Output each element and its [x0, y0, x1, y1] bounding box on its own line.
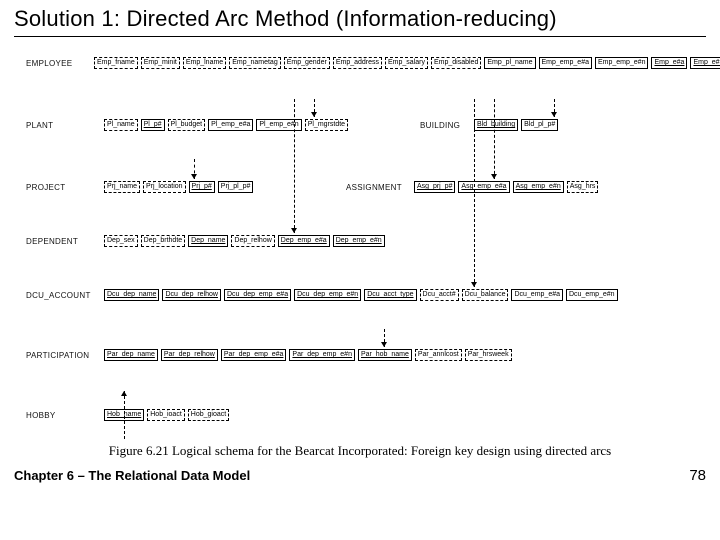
entity-label: HOBBY	[26, 411, 56, 420]
entity-label: PLANT	[26, 121, 53, 130]
attribute-cell: Prj_location	[143, 181, 186, 193]
attribute-cell: Prj_name	[104, 181, 140, 193]
attribute-cell: Emp_emp_e#a	[539, 57, 592, 69]
arrowhead-icon	[121, 391, 127, 396]
attribute-cell: Emp_address	[333, 57, 382, 69]
entity-row: Pl_namePl_p#Pl_budgetPl_emp_e#aPl_emp_e#…	[104, 119, 348, 131]
attribute-cell: Emp_gender	[284, 57, 330, 69]
entity-label: PROJECT	[26, 183, 65, 192]
attribute-cell: Dcu_emp_e#n	[566, 289, 618, 301]
attribute-cell: Emp_e#a	[651, 57, 687, 69]
arrowhead-icon	[191, 174, 197, 179]
attribute-cell: Pl_mgrstdte	[305, 119, 348, 131]
attribute-cell: Dep_sex	[104, 235, 138, 247]
attribute-cell: Dcu_acct#	[420, 289, 459, 301]
attribute-cell: Emp_e#n	[690, 57, 720, 69]
attribute-cell: Dep_emp_e#n	[333, 235, 385, 247]
attribute-cell: Emp_emp_e#n	[595, 57, 648, 69]
fk-arc	[494, 99, 495, 179]
entity-label: DEPENDENT	[26, 237, 78, 246]
attribute-cell: Asg_emp_e#a	[458, 181, 509, 193]
attribute-cell: Par_dep_emp_e#a	[221, 349, 287, 361]
attribute-cell: Emp_fname	[94, 57, 138, 69]
arrowhead-icon	[551, 112, 557, 117]
fk-arc	[124, 391, 125, 439]
attribute-cell: Par_dep_emp_e#n	[289, 349, 355, 361]
entity-row: Dcu_dep_nameDcu_dep_relhowDcu_dep_emp_e#…	[104, 289, 618, 301]
entity-row: Asg_prj_p#Asg_emp_e#a Asg_emp_e#nAsg_hrs	[414, 181, 598, 193]
attribute-cell: Dcu_dep_relhow	[162, 289, 221, 301]
attribute-cell: Par_hob_name	[358, 349, 412, 361]
attribute-cell: Pl_name	[104, 119, 138, 131]
attribute-cell: Dcu_dep_emp_e#n	[294, 289, 361, 301]
entity-row: Prj_namePrj_locationPrj_p#Prj_pl_p#	[104, 181, 253, 193]
attribute-cell: Dep_relhow	[231, 235, 274, 247]
arrowhead-icon	[491, 174, 497, 179]
attribute-cell: Pl_emp_e#a	[208, 119, 253, 131]
fk-arc	[294, 99, 295, 233]
attribute-cell: Par_hrsweek	[465, 349, 512, 361]
attribute-cell: Par_dep_name	[104, 349, 158, 361]
entity-label: PARTICIPATION	[26, 351, 89, 360]
attribute-cell: Hob_gioact	[188, 409, 229, 421]
arrowhead-icon	[311, 112, 317, 117]
attribute-cell: Bld_pl_p#	[521, 119, 558, 131]
attribute-cell: Emp_nametag	[229, 57, 281, 69]
attribute-cell: Par_annlcost	[415, 349, 462, 361]
entity-label: EMPLOYEE	[26, 59, 72, 68]
attribute-cell: Par_dep_relhow	[161, 349, 218, 361]
attribute-cell: Emp_minit	[141, 57, 180, 69]
attribute-cell: Emp_pl_name	[484, 57, 535, 69]
attribute-cell: Dcu_dep_emp_e#a	[224, 289, 291, 301]
attribute-cell: Dep_brthdte	[141, 235, 186, 247]
attribute-cell: Dcu_dep_name	[104, 289, 159, 301]
attribute-cell: Dep_name	[188, 235, 228, 247]
attribute-cell: Prj_pl_p#	[218, 181, 254, 193]
entity-row: Emp_fnameEmp_minitEmp_lnameEmp_nametagEm…	[94, 57, 720, 69]
attribute-cell: Prj_p#	[189, 181, 215, 193]
attribute-cell: Dcu_balance	[462, 289, 509, 301]
figure-caption: Figure 6.21 Logical schema for the Bearc…	[14, 443, 706, 459]
slide-title: Solution 1: Directed Arc Method (Informa…	[14, 6, 706, 37]
attribute-cell: Hob_ioact	[147, 409, 185, 421]
entity-label: DCU_ACCOUNT	[26, 291, 91, 300]
arrowhead-icon	[291, 228, 297, 233]
attribute-cell: Asg_emp_e#n	[513, 181, 564, 193]
attribute-cell: Dep_emp_e#a	[278, 235, 330, 247]
attribute-cell: Asg_prj_p#	[414, 181, 455, 193]
fk-arc	[474, 99, 475, 287]
page-number: 78	[689, 467, 706, 484]
arrowhead-icon	[471, 282, 477, 287]
attribute-cell: Asg_hrs	[567, 181, 599, 193]
entity-row: Hob_nameHob_ioactHob_gioact	[104, 409, 229, 421]
entity-row: Dep_sexDep_brthdteDep_nameDep_relhow Dep_…	[104, 235, 385, 247]
attribute-cell: Pl_p#	[141, 119, 165, 131]
attribute-cell: Dcu_acct_type	[364, 289, 416, 301]
entity-label: ASSIGNMENT	[346, 183, 402, 192]
attribute-cell: Emp_lname	[183, 57, 226, 69]
chapter-label: Chapter 6 – The Relational Data Model	[14, 468, 250, 483]
attribute-cell: Pl_budget	[168, 119, 206, 131]
entity-row: Bld_buildingBld_pl_p#	[474, 119, 558, 131]
entity-label: BUILDING	[420, 121, 460, 130]
entity-row: Par_dep_namePar_dep_relhowPar_dep_emp_e#…	[104, 349, 512, 361]
attribute-cell: Dcu_emp_e#a	[511, 289, 563, 301]
attribute-cell: Bld_building	[474, 119, 518, 131]
arrowhead-icon	[381, 342, 387, 347]
attribute-cell: Emp_disabled	[431, 57, 481, 69]
attribute-cell: Emp_salary	[385, 57, 428, 69]
diagram-area: EMPLOYEE Emp_fnameEmp_minitEmp_lnameEmp_n…	[14, 39, 706, 439]
